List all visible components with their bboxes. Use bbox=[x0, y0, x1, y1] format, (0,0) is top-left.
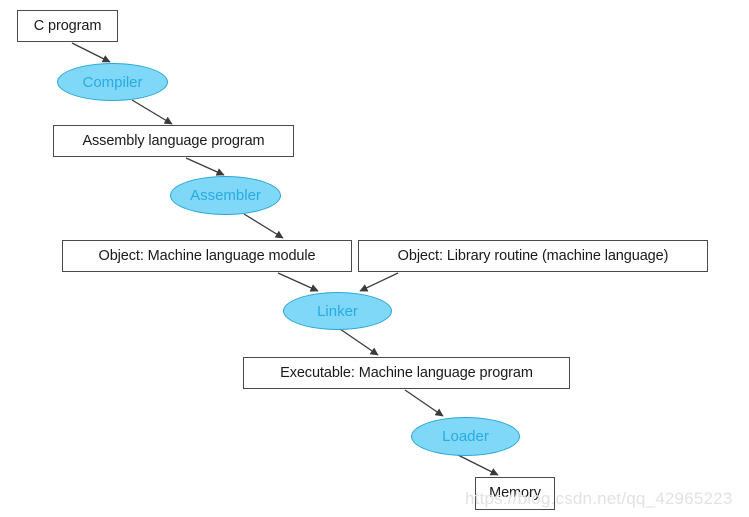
diagram-canvas: C program Compiler Assembly language progr… bbox=[0, 0, 749, 517]
node-label-assembler: Assembler bbox=[190, 187, 261, 204]
node-object-mod: Object: Machine language module bbox=[62, 240, 352, 272]
node-object-lib: Object: Library routine (machine languag… bbox=[358, 240, 708, 272]
arrow-assembler-to-object-mod bbox=[243, 213, 284, 239]
node-label-compiler: Compiler bbox=[82, 73, 143, 91]
arrow-assembly-to-assembler bbox=[185, 157, 225, 176]
arrow-compiler-to-assembly bbox=[131, 99, 173, 125]
arrow-c-program-to-compiler bbox=[71, 42, 111, 63]
node-label-object-lib: Object: Library routine (machine languag… bbox=[397, 247, 669, 264]
arrow-object-lib-to-linker bbox=[359, 272, 399, 292]
node-label-c-program: C program bbox=[33, 17, 102, 34]
node-label-object-mod: Object: Machine language module bbox=[98, 247, 316, 264]
node-label-linker: Linker bbox=[317, 302, 358, 320]
node-label-assembly: Assembly language program bbox=[82, 132, 265, 149]
node-linker: Linker bbox=[283, 292, 392, 330]
node-c-program: C program bbox=[17, 10, 118, 42]
node-assembler: Assembler bbox=[170, 176, 281, 215]
arrow-loader-to-memory bbox=[457, 454, 499, 476]
node-label-loader: Loader bbox=[442, 428, 489, 445]
arrow-executable-to-loader bbox=[404, 389, 444, 417]
arrow-linker-to-executable bbox=[339, 328, 379, 356]
node-loader: Loader bbox=[411, 417, 520, 456]
node-executable: Executable: Machine language program bbox=[243, 357, 570, 389]
watermark-text: https://blog.csdn.net/qq_42965223 bbox=[465, 489, 733, 508]
node-compiler: Compiler bbox=[57, 63, 168, 101]
node-label-executable: Executable: Machine language program bbox=[280, 364, 533, 381]
arrow-object-mod-to-linker bbox=[277, 272, 319, 292]
node-assembly: Assembly language program bbox=[53, 125, 294, 157]
